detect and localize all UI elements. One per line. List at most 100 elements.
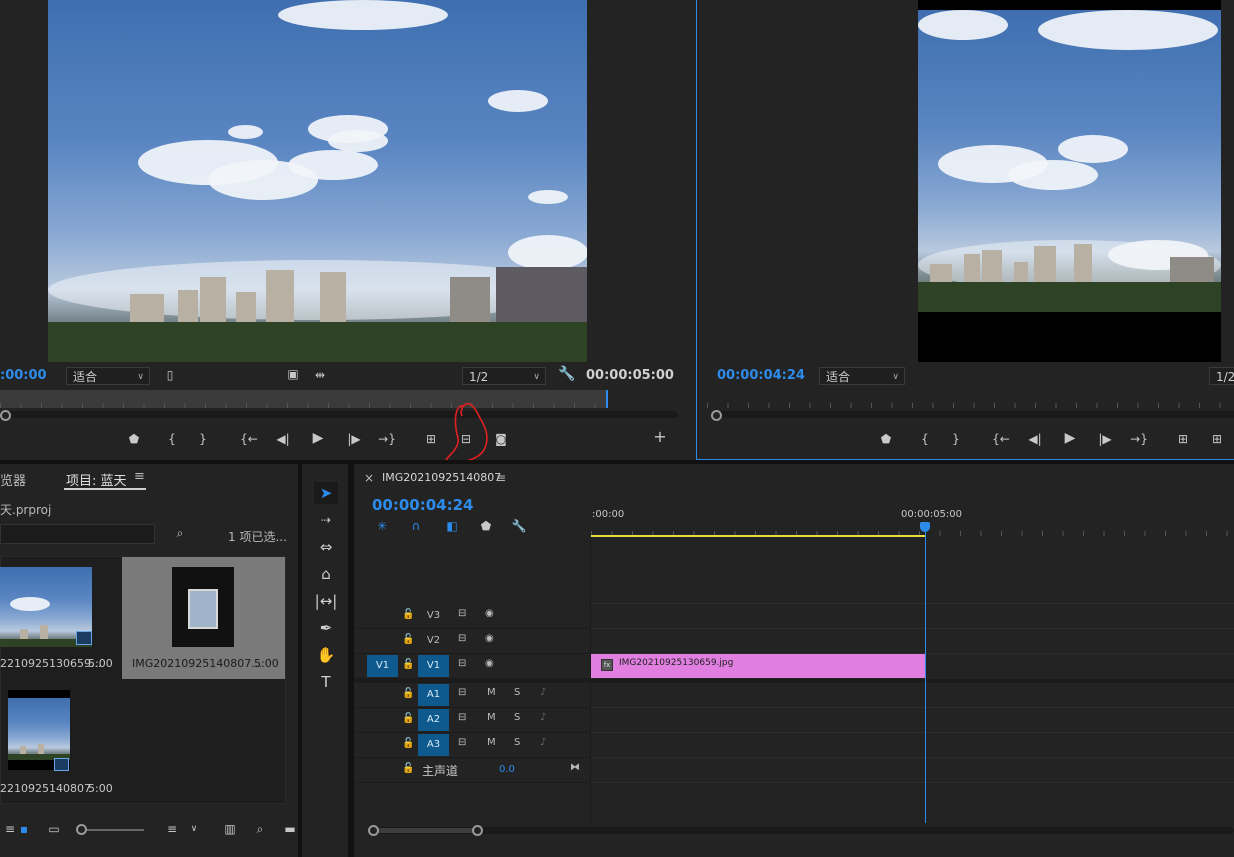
program-zoom-handle[interactable] [711, 410, 722, 421]
source-zoom-scrollbar[interactable] [0, 411, 678, 418]
lock-icon[interactable]: 🔓 [402, 763, 414, 774]
settings-panel-icon[interactable]: ▣ [283, 367, 303, 383]
slip-icon[interactable]: |↔| [314, 590, 338, 612]
timeline-zoom-scrollbar[interactable] [372, 827, 1234, 834]
mark-out-icon[interactable]: } [193, 432, 213, 448]
track-a2-label[interactable]: A2 [418, 709, 449, 731]
track-v3-label[interactable]: V3 [418, 605, 449, 627]
play-icon[interactable]: ▶ [308, 431, 328, 447]
chevron-down-icon[interactable]: ∨ [184, 822, 204, 838]
go-to-out-icon[interactable]: →} [1129, 432, 1149, 448]
mute-button[interactable]: M [487, 712, 496, 723]
pen-icon[interactable]: ✒ [314, 617, 338, 639]
program-timecode[interactable]: 00:00:04:24 [717, 368, 805, 383]
plus-icon[interactable]: + [650, 429, 670, 446]
lock-icon[interactable]: 🔓 [402, 713, 414, 724]
icon-view-icon[interactable]: ▪ [14, 822, 34, 838]
play-icon[interactable]: ▶ [1060, 431, 1080, 447]
lock-icon[interactable]: 🔓 [402, 609, 414, 620]
go-to-in-icon[interactable]: {← [239, 432, 259, 448]
eye-icon[interactable]: ◉ [485, 658, 494, 669]
find-icon[interactable]: ⌕ [170, 526, 190, 542]
timeline-zoom-range[interactable] [376, 828, 476, 833]
program-fit-dropdown[interactable]: 适合 ∨ [819, 367, 905, 385]
close-icon[interactable]: × [364, 471, 374, 485]
go-to-out-icon[interactable]: →} [377, 432, 397, 448]
solo-button[interactable]: S [514, 737, 520, 748]
project-item-selected[interactable]: IMG20210925140807... 5:00 [122, 557, 285, 679]
track-v1-label[interactable]: V1 [418, 655, 449, 677]
sync-lock-icon[interactable]: ⊟ [458, 608, 466, 619]
timeline-settings-icon[interactable]: 🔧 [509, 519, 529, 535]
selection-tool-icon[interactable]: ➤ [314, 482, 338, 504]
marker-icon[interactable]: ⬟ [124, 432, 144, 448]
ripple-edit-icon[interactable]: ⇔ [314, 536, 338, 558]
track-select-icon[interactable]: ⇢ [314, 509, 338, 531]
lock-icon[interactable]: 🔓 [402, 688, 414, 699]
type-tool-icon[interactable]: T [314, 671, 338, 693]
extract-icon[interactable]: ⊞ [1207, 432, 1227, 448]
search-icon[interactable]: ⌕ [250, 822, 270, 838]
panel-menu-icon[interactable]: ≡ [134, 469, 145, 484]
mute-button[interactable]: M [487, 737, 496, 748]
drag-audio-icon[interactable]: ⇹ [310, 368, 330, 384]
sort-icon[interactable]: ≡ [162, 822, 182, 838]
lock-icon[interactable]: 🔓 [402, 659, 414, 670]
step-back-icon[interactable]: ◀| [1025, 432, 1045, 448]
razor-icon[interactable]: ⌂ [314, 563, 338, 585]
eye-icon[interactable]: ◉ [485, 608, 494, 619]
sync-lock-icon[interactable]: ⊟ [458, 712, 466, 723]
add-marker-icon[interactable]: ⬟ [476, 519, 496, 535]
mute-button[interactable]: M [487, 687, 496, 698]
mark-in-icon[interactable]: { [915, 432, 935, 448]
microphone-icon[interactable]: ♪ [540, 687, 546, 698]
timeline-zoom-start[interactable] [368, 825, 379, 836]
source-v1-patch[interactable]: V1 [367, 655, 398, 677]
microphone-icon[interactable]: ♪ [540, 737, 546, 748]
track-a1-label[interactable]: A1 [418, 684, 449, 706]
work-area-bar[interactable] [591, 535, 926, 537]
timeline-ruler-ticks[interactable] [591, 520, 1234, 536]
mark-out-icon[interactable]: } [946, 432, 966, 448]
sync-lock-icon[interactable]: ⊟ [458, 633, 466, 644]
eye-icon[interactable]: ◉ [485, 633, 494, 644]
source-fit-dropdown[interactable]: 适合 ∨ [66, 367, 150, 385]
timeline-clip[interactable]: fx IMG20210925130659.jpg [591, 654, 926, 678]
tab-media-browser[interactable]: 览器 [0, 470, 26, 489]
timeline-menu-icon[interactable]: ≡ [496, 471, 506, 485]
source-resolution-dropdown[interactable]: 1/2 ∨ [462, 367, 546, 385]
freeform-view-icon[interactable]: ▭ [44, 822, 64, 838]
sequence-tab[interactable]: IMG20210925140807 [382, 471, 501, 484]
solo-button[interactable]: S [514, 687, 520, 698]
hand-icon[interactable]: ✋ [314, 644, 338, 666]
master-volume-value[interactable]: 0.0 [499, 764, 515, 775]
lift-icon[interactable]: ⊞ [1173, 432, 1193, 448]
zoom-slider-track[interactable] [84, 829, 144, 831]
program-zoom-scrollbar[interactable] [711, 411, 1234, 418]
track-v2-label[interactable]: V2 [418, 630, 449, 652]
project-item[interactable]: 2210925140807 5:00 [0, 682, 120, 802]
source-timecode[interactable]: :00:00 [0, 368, 47, 383]
mark-in-icon[interactable]: { [162, 432, 182, 448]
sync-lock-icon[interactable]: ⊟ [458, 687, 466, 698]
source-zoom-handle[interactable] [0, 410, 11, 421]
go-to-edge-icon[interactable]: ⧓ [570, 762, 580, 773]
timeline-timecode[interactable]: 00:00:04:24 [372, 496, 474, 514]
source-playhead[interactable] [606, 390, 608, 408]
zoom-slider-handle[interactable] [76, 824, 87, 835]
project-item[interactable]: 2210925130659... 5:00 [0, 557, 120, 677]
sync-lock-icon[interactable]: ⊟ [458, 737, 466, 748]
track-a3-label[interactable]: A3 [418, 734, 449, 756]
lock-icon[interactable]: 🔓 [402, 738, 414, 749]
drag-video-icon[interactable]: ▯ [160, 368, 180, 384]
new-bin-icon[interactable]: ▬ [280, 822, 298, 838]
microphone-icon[interactable]: ♪ [540, 712, 546, 723]
step-back-icon[interactable]: ◀| [273, 432, 293, 448]
go-to-in-icon[interactable]: {← [991, 432, 1011, 448]
solo-button[interactable]: S [514, 712, 520, 723]
automate-icon[interactable]: ▥ [220, 822, 240, 838]
marker-icon[interactable]: ⬟ [876, 432, 896, 448]
step-forward-icon[interactable]: |▶ [344, 432, 364, 448]
linked-selection-icon[interactable]: ◧ [442, 519, 462, 535]
timeline-zoom-end[interactable] [472, 825, 483, 836]
